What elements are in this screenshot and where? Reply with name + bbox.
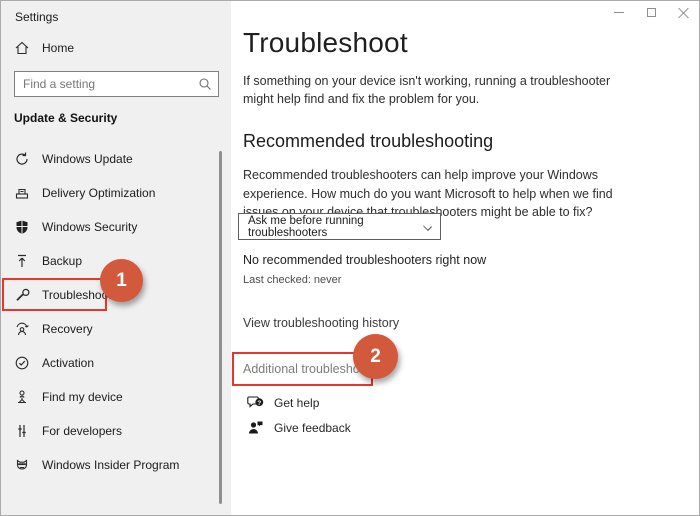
sidebar-item-recovery[interactable]: Recovery bbox=[1, 312, 231, 346]
last-checked-text: Last checked: never bbox=[243, 274, 341, 286]
sidebar-item-activation[interactable]: Activation bbox=[1, 346, 231, 380]
sidebar-scrollbar[interactable] bbox=[219, 151, 222, 504]
sidebar-item-windows-security[interactable]: Windows Security bbox=[1, 210, 231, 244]
sidebar: Settings Home Update & Security Windows … bbox=[1, 1, 231, 515]
sidebar-item-label: Windows Security bbox=[42, 220, 137, 234]
recommended-status-text: No recommended troubleshooters right now bbox=[243, 253, 486, 267]
recommended-troubleshooting-heading: Recommended troubleshooting bbox=[243, 131, 493, 152]
sidebar-item-label: Find my device bbox=[42, 390, 123, 404]
chevron-down-icon bbox=[423, 222, 432, 231]
close-button[interactable] bbox=[667, 1, 699, 24]
page-title: Troubleshoot bbox=[243, 27, 408, 59]
minimize-button[interactable] bbox=[603, 1, 635, 24]
troubleshooter-preference-dropdown[interactable]: Ask me before running troubleshooters bbox=[238, 213, 441, 240]
app-title: Settings bbox=[15, 10, 58, 24]
window-controls bbox=[603, 1, 699, 24]
settings-window: Settings Home Update & Security Windows … bbox=[0, 0, 700, 516]
refresh-icon bbox=[14, 151, 30, 167]
dev-sliders-icon bbox=[14, 423, 30, 439]
recovery-icon bbox=[14, 321, 30, 337]
svg-text:?: ? bbox=[257, 400, 261, 407]
sidebar-item-windows-update[interactable]: Windows Update bbox=[1, 142, 231, 176]
annotation-highlight-additional-troubleshooters bbox=[232, 352, 373, 386]
home-icon bbox=[14, 40, 30, 56]
sidebar-item-label: Recovery bbox=[42, 322, 93, 336]
annotation-step-2-badge: 2 bbox=[353, 334, 398, 379]
main-content: Troubleshoot If something on your device… bbox=[231, 1, 700, 515]
sidebar-item-label: For developers bbox=[42, 424, 122, 438]
annotation-step-number: 1 bbox=[116, 270, 127, 292]
close-icon bbox=[678, 7, 689, 18]
view-troubleshooting-history-link[interactable]: View troubleshooting history bbox=[243, 316, 399, 330]
sidebar-item-find-my-device[interactable]: Find my device bbox=[1, 380, 231, 414]
shield-icon bbox=[14, 219, 30, 235]
search-input[interactable] bbox=[14, 71, 219, 97]
annotation-step-number: 2 bbox=[370, 346, 381, 368]
search-icon[interactable] bbox=[198, 77, 212, 91]
page-description: If something on your device isn't workin… bbox=[243, 72, 610, 108]
checkmark-circle-icon bbox=[14, 355, 30, 371]
maximize-button[interactable] bbox=[635, 1, 667, 24]
feedback-person-icon bbox=[247, 419, 265, 436]
sidebar-item-windows-insider-program[interactable]: Windows Insider Program bbox=[1, 448, 231, 482]
sidebar-item-label: Windows Insider Program bbox=[42, 458, 179, 472]
footer-link-label: Get help bbox=[274, 396, 319, 410]
locate-person-icon bbox=[14, 389, 30, 405]
get-help-link[interactable]: ? Get help bbox=[247, 394, 319, 411]
insider-cat-icon bbox=[14, 457, 30, 473]
sidebar-item-for-developers[interactable]: For developers bbox=[1, 414, 231, 448]
sidebar-item-label: Delivery Optimization bbox=[42, 186, 155, 200]
sidebar-item-label: Windows Update bbox=[42, 152, 133, 166]
annotation-step-1-badge: 1 bbox=[100, 259, 143, 302]
sidebar-item-label: Home bbox=[42, 41, 74, 55]
dropdown-selected-value: Ask me before running troubleshooters bbox=[248, 215, 416, 239]
sidebar-item-home[interactable]: Home bbox=[1, 35, 231, 61]
footer-link-label: Give feedback bbox=[274, 421, 351, 435]
maximize-icon bbox=[647, 8, 656, 17]
backup-arrow-icon bbox=[14, 253, 30, 269]
sidebar-nav: Windows Update Delivery Optimization Win… bbox=[1, 142, 231, 482]
minimize-icon bbox=[614, 12, 624, 13]
delivery-icon bbox=[14, 185, 30, 201]
annotation-highlight-troubleshoot bbox=[2, 278, 107, 311]
sidebar-section-label: Update & Security bbox=[14, 111, 117, 125]
give-feedback-link[interactable]: Give feedback bbox=[247, 419, 351, 436]
help-bubble-icon: ? bbox=[247, 394, 265, 411]
sidebar-item-delivery-optimization[interactable]: Delivery Optimization bbox=[1, 176, 231, 210]
sidebar-item-label: Activation bbox=[42, 356, 94, 370]
sidebar-item-label: Backup bbox=[42, 254, 82, 268]
search-box bbox=[14, 71, 219, 97]
